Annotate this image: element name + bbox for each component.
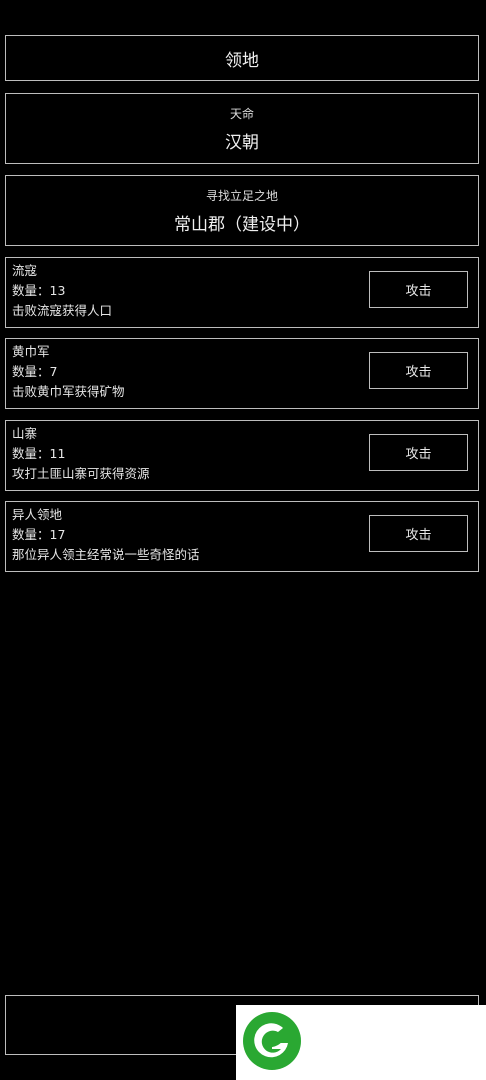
enemy-card-bandits: 流寇 数量：13 击败流寇获得人口 攻击	[5, 257, 479, 328]
watermark	[236, 1005, 486, 1080]
enemy-name: 黄巾军	[12, 344, 50, 359]
territory-header: 领地	[5, 35, 479, 81]
enemy-count: 数量：17	[12, 527, 66, 542]
base-panel[interactable]: 寻找立足之地 常山郡（建设中）	[5, 175, 479, 246]
enemy-count: 数量：13	[12, 283, 66, 298]
page-title: 领地	[225, 50, 259, 71]
destiny-value: 汉朝	[225, 132, 259, 153]
enemy-name: 流寇	[12, 263, 38, 278]
enemy-desc: 击败流寇获得人口	[12, 303, 113, 318]
enemy-count: 数量：7	[12, 364, 58, 379]
attack-button[interactable]: 攻击	[369, 271, 468, 308]
enemy-desc: 攻打土匪山寨可获得资源	[12, 466, 150, 481]
attack-button[interactable]: 攻击	[369, 434, 468, 471]
leaf-g-logo-icon	[243, 1012, 301, 1070]
attack-button[interactable]: 攻击	[369, 515, 468, 552]
enemy-card-mountain-fort: 山寨 数量：11 攻打土匪山寨可获得资源 攻击	[5, 420, 479, 491]
enemy-desc: 击败黄巾军获得矿物	[12, 384, 125, 399]
enemy-desc: 那位异人领主经常说一些奇怪的话	[12, 547, 200, 562]
destiny-panel: 天命 汉朝	[5, 93, 479, 164]
enemy-name: 异人领地	[12, 507, 63, 522]
enemy-card-stranger-territory: 异人领地 数量：17 那位异人领主经常说一些奇怪的话 攻击	[5, 501, 479, 572]
base-value: 常山郡（建设中）	[174, 214, 310, 235]
destiny-label: 天命	[229, 106, 254, 121]
enemy-count: 数量：11	[12, 446, 66, 461]
base-label: 寻找立足之地	[205, 188, 278, 203]
enemy-name: 山寨	[12, 426, 38, 441]
attack-button[interactable]: 攻击	[369, 352, 468, 389]
enemy-card-yellow-turbans: 黄巾军 数量：7 击败黄巾军获得矿物 攻击	[5, 338, 479, 409]
